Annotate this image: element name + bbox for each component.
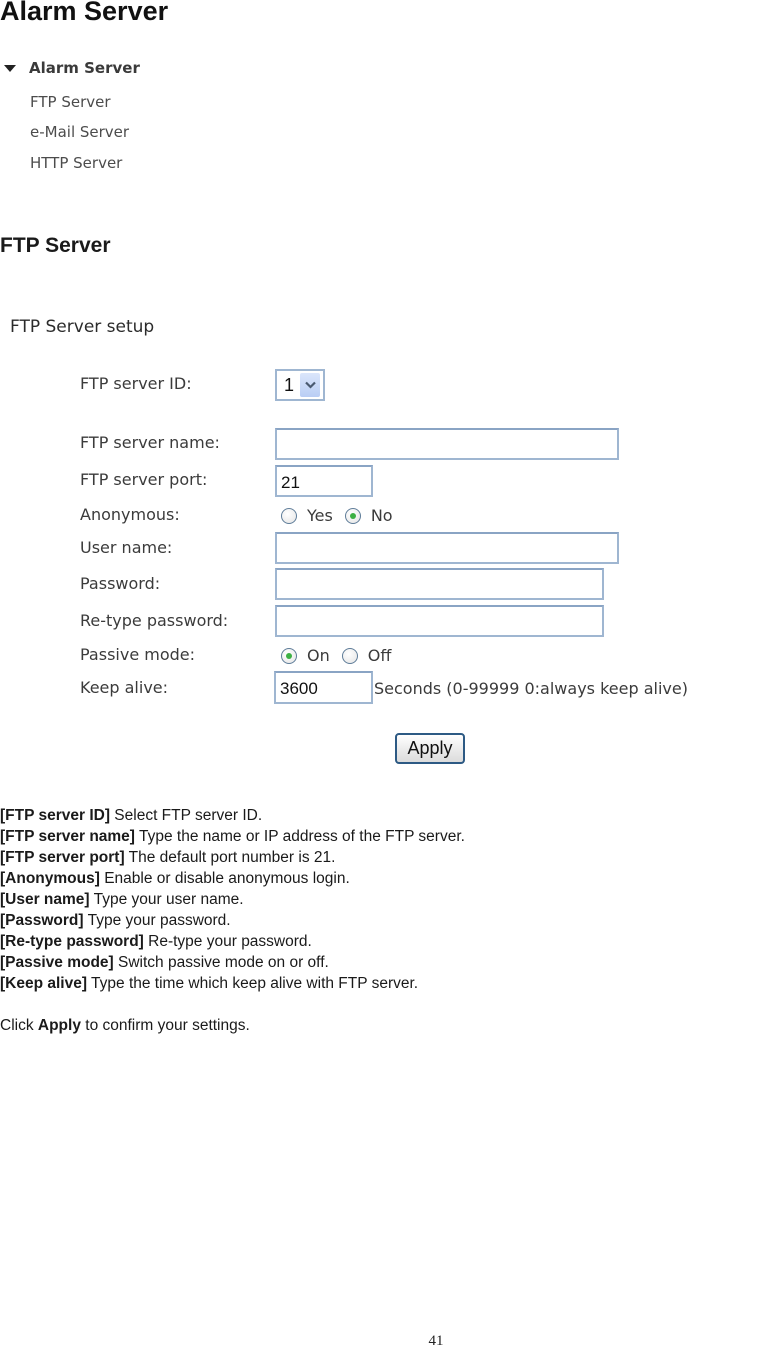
- description-line: [Re-type password] Re-type your password…: [0, 931, 465, 952]
- server-port-label: FTP server port:: [80, 470, 208, 489]
- description-text: The default port number is 21.: [124, 849, 336, 866]
- passive-mode-radio-group: On Off: [281, 646, 403, 665]
- click-note-bold: Apply: [37, 1017, 81, 1034]
- server-name-input[interactable]: [275, 428, 619, 460]
- page-heading: Alarm Server: [0, 0, 169, 26]
- section-heading: FTP Server: [0, 234, 111, 257]
- keep-alive-label: Keep alive:: [80, 678, 169, 697]
- form-title: FTP Server setup: [10, 317, 155, 337]
- description-text: Select FTP server ID.: [109, 807, 263, 824]
- retype-password-label: Re-type password:: [80, 611, 229, 630]
- description-term: [FTP server port]: [0, 849, 125, 866]
- anonymous-yes-radio[interactable]: [281, 507, 297, 524]
- description-text: Type your user name.: [89, 891, 244, 908]
- passive-on-radio[interactable]: [281, 647, 297, 664]
- description-line: [Anonymous] Enable or disable anonymous …: [0, 868, 465, 889]
- passive-on-label: On: [307, 646, 330, 665]
- password-input[interactable]: [275, 568, 604, 600]
- description-term: [Passive mode]: [0, 954, 114, 971]
- description-term: [Anonymous]: [0, 870, 100, 887]
- apply-button[interactable]: Apply: [395, 733, 465, 764]
- description-term: [Re-type password]: [0, 933, 144, 950]
- user-name-label: User name:: [80, 538, 173, 557]
- description-line: [FTP server name] Type the name or IP ad…: [0, 826, 465, 847]
- description-line: [Keep alive] Type the time which keep al…: [0, 973, 465, 994]
- triangle-down-icon: [4, 64, 16, 72]
- anonymous-no-radio[interactable]: [344, 507, 361, 524]
- menu-header[interactable]: Alarm Server: [3, 56, 140, 80]
- server-id-select[interactable]: 1: [275, 369, 325, 401]
- server-name-label: FTP server name:: [80, 433, 220, 452]
- user-name-input[interactable]: [275, 532, 619, 564]
- description-term: [User name]: [0, 891, 90, 908]
- page-number: 41: [428, 1333, 444, 1349]
- description-term: [FTP server name]: [0, 828, 135, 845]
- description-text: Enable or disable anonymous login.: [99, 870, 350, 887]
- anonymous-yes-label: Yes: [307, 506, 333, 525]
- keep-alive-hint: Seconds (0-99999 0:always keep alive): [374, 679, 688, 698]
- click-note-suffix: to confirm your settings.: [80, 1017, 250, 1034]
- description-term: [Password]: [0, 912, 84, 929]
- passive-off-label: Off: [367, 646, 392, 665]
- server-port-input[interactable]: [275, 465, 373, 497]
- description-line: [Passive mode] Switch passive mode on or…: [0, 952, 465, 973]
- menu-item-ftp-server[interactable]: FTP Server: [30, 93, 111, 111]
- keep-alive-input[interactable]: [274, 671, 373, 704]
- anonymous-label: Anonymous:: [80, 505, 180, 524]
- chevron-down-icon[interactable]: [300, 373, 320, 397]
- click-note-prefix: Click: [0, 1017, 38, 1034]
- description-line: [FTP server port] The default port numbe…: [0, 847, 465, 868]
- description-text: Type your password.: [83, 912, 231, 929]
- menu-item-email-server[interactable]: e-Mail Server: [30, 123, 129, 141]
- description-term: [Keep alive]: [0, 975, 88, 992]
- menu-header-label: Alarm Server: [29, 59, 140, 77]
- anonymous-radio-group: Yes No: [281, 506, 405, 525]
- password-label: Password:: [80, 574, 161, 593]
- description-text: Switch passive mode on or off.: [113, 954, 329, 971]
- description-text: Re-type your password.: [143, 933, 312, 950]
- description-line: [User name] Type your user name.: [0, 889, 465, 910]
- menu-item-http-server[interactable]: HTTP Server: [30, 154, 122, 172]
- click-apply-note: Click Apply to confirm your settings.: [0, 1015, 465, 1036]
- retype-password-input[interactable]: [275, 605, 604, 637]
- anonymous-no-label: No: [370, 506, 393, 525]
- description-text: Type the name or IP address of the FTP s…: [134, 828, 465, 845]
- description-text: Type the time which keep alive with FTP …: [87, 975, 419, 992]
- server-id-value: 1: [284, 374, 295, 395]
- description-line: [FTP server ID] Select FTP server ID.: [0, 805, 465, 826]
- field-descriptions: [FTP server ID] Select FTP server ID. [F…: [0, 805, 465, 1036]
- server-id-label: FTP server ID:: [80, 374, 192, 393]
- passive-mode-label: Passive mode:: [80, 645, 196, 664]
- passive-off-radio[interactable]: [341, 647, 358, 664]
- description-term: [FTP server ID]: [0, 807, 110, 824]
- alarm-server-menu: Alarm Server FTP Server e-Mail Server HT…: [3, 56, 140, 172]
- description-line: [Password] Type your password.: [0, 910, 465, 931]
